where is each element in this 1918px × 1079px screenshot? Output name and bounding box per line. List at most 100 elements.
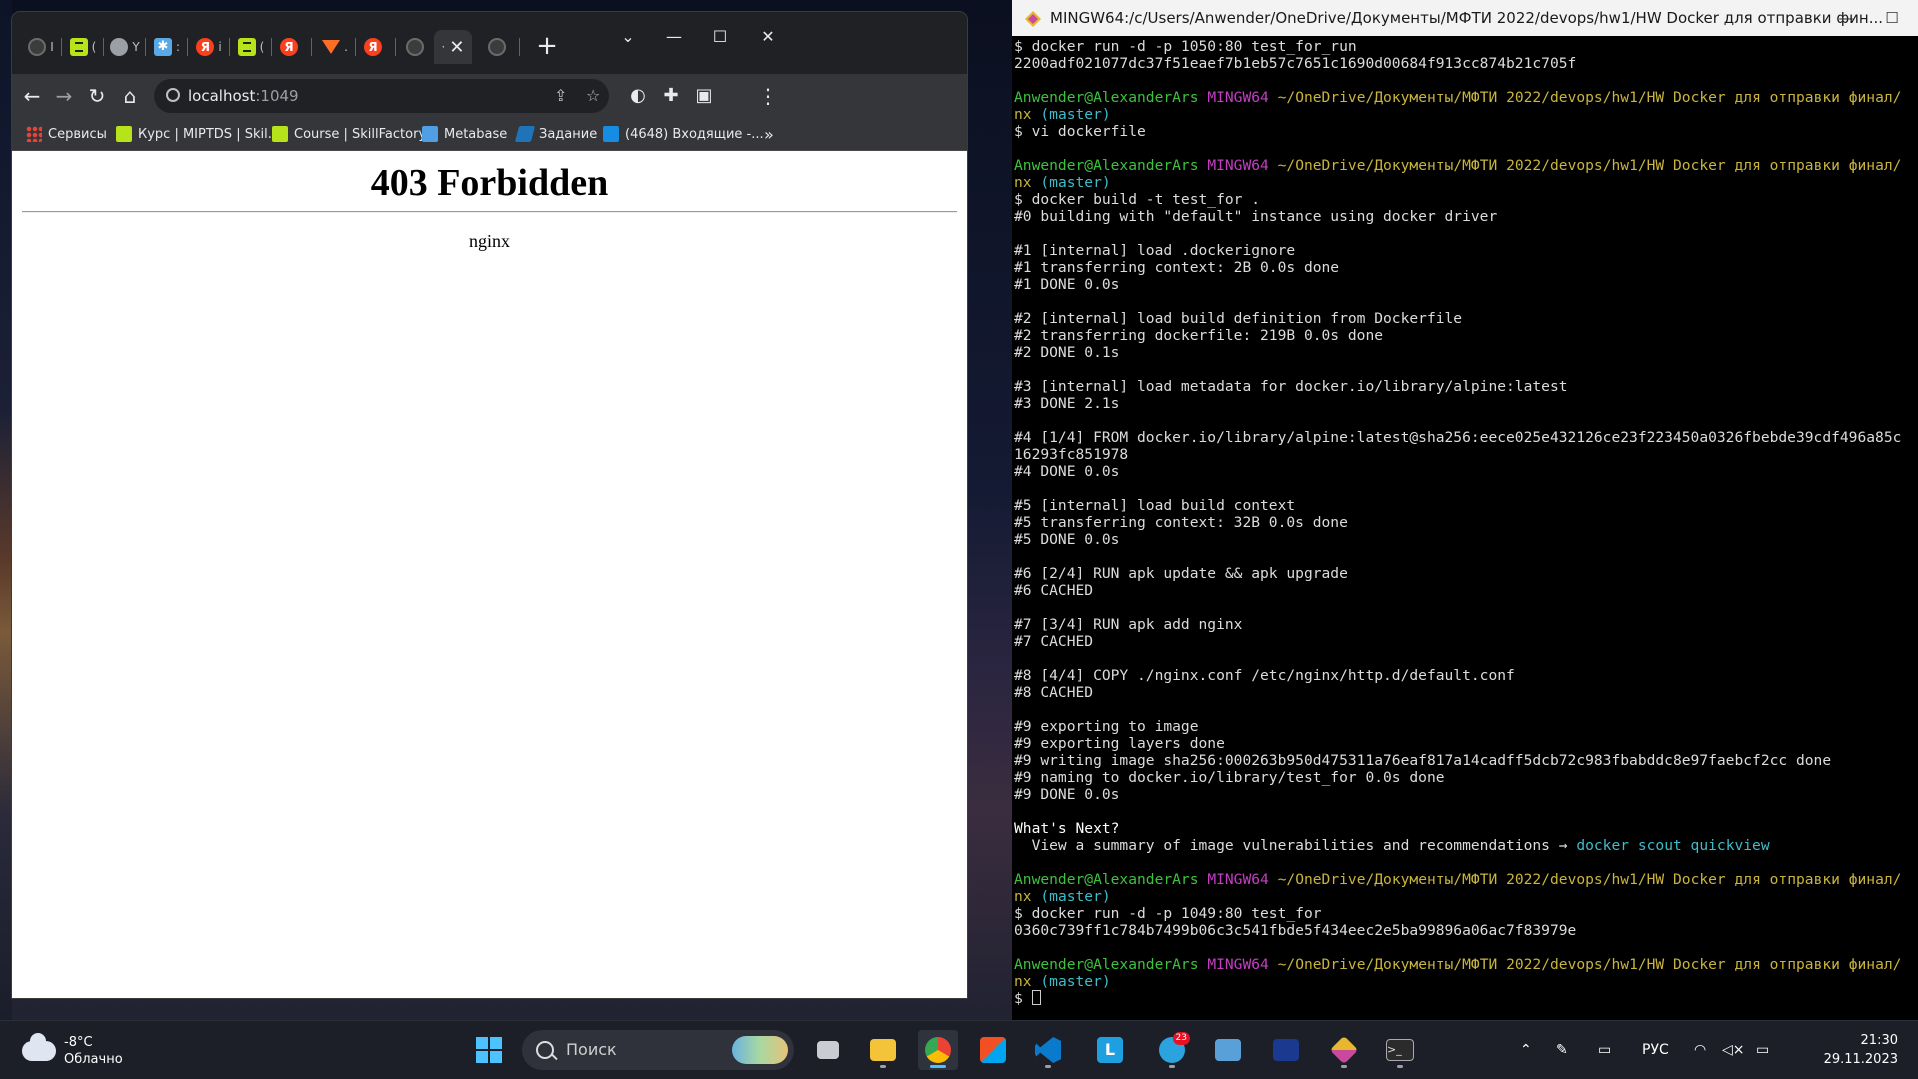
battery-icon[interactable]: ▭ — [1756, 1021, 1769, 1079]
terminal-minimize-button[interactable]: — — [1826, 4, 1866, 32]
bookmark-star-icon[interactable]: ☆ — [586, 79, 600, 113]
telegram-button[interactable]: 23 — [1152, 1030, 1192, 1070]
terminal-output[interactable]: $ docker run -d -p 1050:80 test_for_run 2… — [1014, 38, 1901, 1007]
github-icon — [406, 38, 424, 56]
terminal-text: #8 [4/4] COPY ./nginx.conf /etc/nginx/ht… — [1014, 667, 1515, 684]
file-explorer-button[interactable] — [863, 1030, 903, 1070]
search-label: Поиск — [566, 1040, 617, 1059]
taskbar-search[interactable]: Поиск — [522, 1030, 794, 1070]
terminal-line: #2 [internal] load build definition from… — [1014, 310, 1901, 327]
tray-overflow-chevron-icon[interactable]: ⌃ — [1520, 1021, 1532, 1079]
start-button[interactable] — [469, 1030, 509, 1070]
terminal-text: #2 DONE 0.1s — [1014, 344, 1120, 361]
bookmarks-overflow-button[interactable]: » — [764, 118, 774, 150]
terminal-line: Anwender@AlexanderArs MINGW64 ~/OneDrive… — [1014, 157, 1901, 174]
server-name: nginx — [468, 231, 510, 251]
git-gui-button[interactable] — [1324, 1030, 1364, 1070]
home-button[interactable]: ⌂ — [114, 80, 146, 112]
tab-title: . — [344, 40, 348, 54]
bookmark-label: Course | SkillFactory — [294, 126, 427, 142]
terminal-maximize-button[interactable]: ☐ — [1872, 4, 1912, 32]
pen-icon[interactable]: ✎ — [1556, 1021, 1568, 1079]
back-button[interactable]: ← — [16, 80, 48, 112]
task-view-button[interactable] — [808, 1030, 848, 1070]
lens-button[interactable]: L — [1090, 1030, 1130, 1070]
browser-tab[interactable]: Яi — [188, 30, 230, 64]
prompt-path: ~/OneDrive/Документы/МФТИ 2022/devops/hw… — [1277, 89, 1902, 106]
tab-search-chevron-icon[interactable]: ⌄ — [608, 22, 648, 52]
snowflake-icon: ✱ — [153, 38, 172, 56]
wifi-icon[interactable]: ◠ — [1694, 1021, 1706, 1079]
site-info-icon[interactable] — [166, 88, 180, 102]
new-tab-button[interactable]: + — [530, 30, 564, 64]
prompt-user: Anwender@AlexanderArs — [1014, 157, 1199, 174]
terminal-line: #6 CACHED — [1014, 582, 1901, 599]
bookmark-item[interactable]: Курс | MIPTDS | Skil... — [116, 118, 280, 150]
browser-tab[interactable] — [396, 30, 438, 64]
prompt-branch: (master) — [1040, 888, 1111, 905]
weather-widget[interactable]: -8°C Облачно — [22, 1031, 123, 1071]
prompt-path: ~/OneDrive/Документы/МФТИ 2022/devops/hw… — [1277, 956, 1902, 973]
terminal-text: #6 CACHED — [1014, 582, 1094, 599]
browser-window: I(Y ✱: Яi(Я. Я · ✕ + ⌄ — ☐ ✕ ← → ↻ ⌂ localhos… — [12, 12, 967, 998]
store-icon — [980, 1037, 1006, 1063]
bookmark-item[interactable]: (4648) Входящие -... — [603, 118, 764, 150]
address-bar[interactable]: localhost:1049 ⇪ ☆ — [154, 79, 609, 113]
forward-button[interactable]: → — [48, 80, 80, 112]
maximize-button[interactable]: ☐ — [700, 22, 740, 52]
bookmark-item[interactable]: Metabase — [422, 118, 507, 150]
minimize-button[interactable]: — — [654, 22, 694, 52]
extension-bulb-icon[interactable]: ◐ — [622, 80, 654, 112]
side-panel-icon[interactable]: ▣ — [688, 80, 720, 112]
language-indicator[interactable]: РУС — [1642, 1021, 1669, 1079]
terminal-taskbar-button[interactable]: >_ — [1380, 1030, 1420, 1070]
browser-tab[interactable]: I — [20, 30, 62, 64]
browser-tab[interactable] — [478, 30, 520, 64]
browser-tab[interactable]: ( — [230, 30, 272, 64]
close-window-button[interactable]: ✕ — [748, 22, 788, 52]
store-button[interactable] — [973, 1030, 1013, 1070]
vscode-button[interactable] — [1028, 1030, 1068, 1070]
bookmark-item[interactable]: Задание — [514, 118, 598, 150]
terminal-line: Anwender@AlexanderArs MINGW64 ~/OneDrive… — [1014, 956, 1901, 973]
terminal-text: 2200adf021077dc37f51eaef7b1eb57c7651c169… — [1014, 55, 1577, 72]
bookmark-item[interactable]: Сервисы — [26, 118, 107, 150]
bookmark-label: Задание — [539, 126, 598, 142]
bookmark-item[interactable]: Course | SkillFactory — [272, 118, 426, 150]
terminal-text: #4 [1/4] FROM docker.io/library/alpine:l… — [1014, 429, 1902, 446]
terminal-line: nx (master) — [1014, 106, 1901, 123]
chrome-taskbar-button[interactable] — [918, 1030, 958, 1070]
browser-tab[interactable]: . — [314, 30, 356, 64]
terminal-text: $ — [1014, 990, 1032, 1007]
reload-button[interactable]: ↻ — [81, 80, 113, 112]
browser-tab[interactable]: · ✕ — [434, 30, 472, 64]
tab-close-icon[interactable]: ✕ — [449, 37, 464, 58]
terminal-line: Anwender@AlexanderArs MINGW64 ~/OneDrive… — [1014, 871, 1901, 888]
browser-tab[interactable]: ✱: — [146, 30, 188, 64]
gitlab-icon — [322, 38, 341, 56]
tab-title: ( — [259, 40, 265, 54]
menu-dots-icon[interactable]: ⋮ — [752, 80, 784, 112]
touch-keyboard-icon[interactable]: ▭ — [1598, 1021, 1611, 1079]
volume-muted-icon[interactable]: ◁× — [1722, 1021, 1745, 1079]
docker-scout-link: docker scout quickview — [1576, 837, 1770, 854]
prompt-path-cont: nx — [1014, 888, 1032, 905]
lens-l-icon: L — [1097, 1037, 1123, 1063]
browser-tab[interactable]: Y — [104, 30, 146, 64]
browser-tab[interactable]: ( — [62, 30, 104, 64]
terminal-line: #9 exporting layers done — [1014, 735, 1901, 752]
prompt-branch: (master) — [1040, 973, 1111, 990]
whiteboard-button[interactable] — [1266, 1030, 1306, 1070]
clock[interactable]: 21:30 29.11.2023 — [1824, 1031, 1898, 1069]
extensions-puzzle-icon[interactable]: ✚ — [655, 80, 687, 112]
share-icon[interactable]: ⇪ — [554, 79, 567, 113]
terminal-text: 0360c739ff1c784b7499b06c3c541fbde5f434ee… — [1014, 922, 1577, 939]
browser-tab[interactable]: Я — [270, 30, 312, 64]
remote-desktop-button[interactable] — [1208, 1030, 1248, 1070]
skillfactory-icon — [116, 126, 132, 142]
browser-tab[interactable]: Я — [354, 30, 396, 64]
prompt-env: MINGW64 — [1207, 956, 1269, 973]
